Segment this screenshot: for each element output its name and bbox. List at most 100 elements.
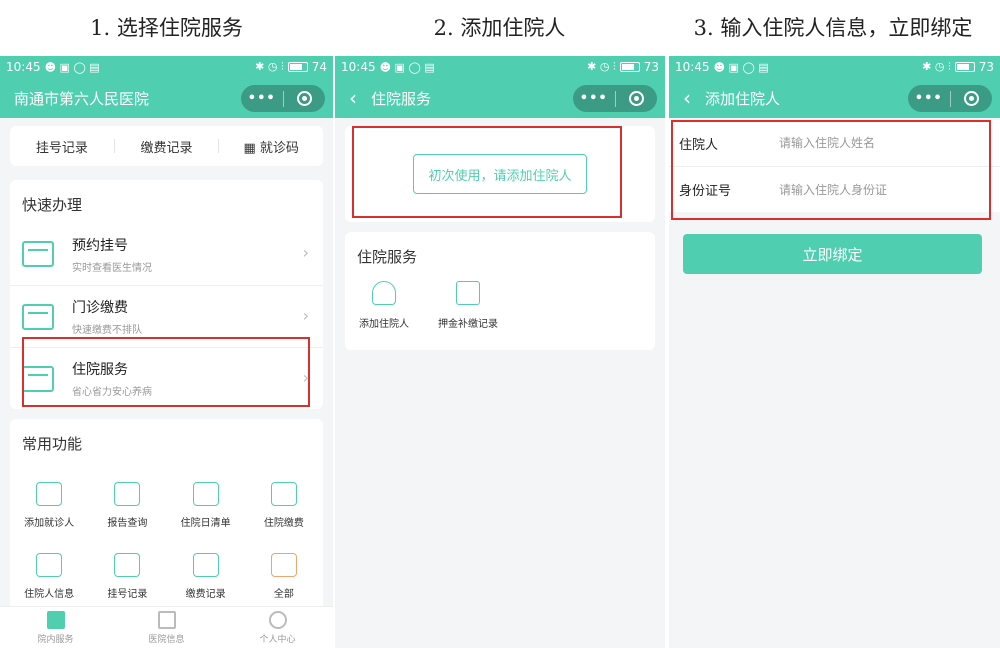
- func-inpatient-pay[interactable]: 住院缴费: [245, 470, 323, 541]
- bed-icon: [36, 553, 63, 577]
- register-record-link[interactable]: 挂号记录: [10, 137, 114, 156]
- func-label: 全部: [273, 589, 294, 600]
- service-card: 住院服务 添加住院人 押金补缴记录: [345, 232, 655, 350]
- form-row-id: 身份证号: [669, 166, 1000, 212]
- section-title-service: 住院服务: [357, 248, 418, 266]
- records-bar: 挂号记录 缴费记录 ▦ 就诊码: [10, 126, 323, 166]
- chevron-right-icon: ›: [302, 306, 309, 325]
- visit-code-link[interactable]: ▦ 就诊码: [219, 137, 323, 156]
- more-dots-icon[interactable]: •••: [908, 91, 950, 106]
- quick-item-title: 预约挂号: [72, 237, 128, 254]
- form-row-name: 住院人: [669, 120, 1000, 166]
- more-dots-icon[interactable]: •••: [573, 91, 615, 106]
- quick-item-inpatient-service[interactable]: 住院服务 省心省力安心养病 ›: [10, 347, 323, 409]
- func-add-patient[interactable]: 添加就诊人: [10, 470, 88, 541]
- battery-level: 74: [311, 60, 327, 74]
- grid-icon: [270, 553, 297, 577]
- func-inpatient-info[interactable]: 住院人信息: [10, 541, 88, 612]
- tab-hospital-services[interactable]: 院内服务: [0, 607, 111, 648]
- quick-item-outpatient-pay[interactable]: 门诊缴费 快速缴费不排队 ›: [10, 285, 323, 347]
- medical-box-icon: [22, 303, 54, 330]
- inpatient-form: 住院人 身份证号: [669, 120, 1000, 212]
- page-title: 南通市第六人民医院: [14, 89, 150, 108]
- bind-now-button[interactable]: 立即绑定: [683, 234, 982, 274]
- tab-hospital-info[interactable]: 医院信息: [111, 607, 222, 648]
- record-circle-icon[interactable]: [951, 91, 993, 106]
- tab-label: 院内服务: [37, 634, 74, 645]
- record-circle-icon[interactable]: [616, 91, 658, 106]
- quick-item-title: 门诊缴费: [72, 300, 128, 316]
- func-all[interactable]: 全部: [245, 541, 323, 612]
- qr-code-icon: ▦: [243, 140, 260, 156]
- service-label: 押金补缴记录: [438, 319, 498, 330]
- add-inpatient-button[interactable]: 初次使用，请添加住院人: [413, 154, 587, 194]
- service-add-inpatient[interactable]: 添加住院人: [349, 281, 419, 330]
- quick-item-title: 住院服务: [72, 362, 128, 378]
- func-label: 挂号记录: [107, 589, 148, 600]
- nav-bar: ‹ 住院服务 •••: [335, 78, 665, 118]
- signal-icons: ✱ ◷ ⫶: [255, 60, 284, 73]
- status-bar: 10:45 ☻ ▣ ◯ ▤ ✱ ◷ ⫶ 74: [0, 56, 333, 78]
- quick-item-subtitle: 快速缴费不排队: [72, 325, 142, 336]
- tab-personal-center[interactable]: 个人中心: [222, 607, 333, 648]
- battery-level: 73: [643, 60, 659, 74]
- mini-program-capsule: •••: [573, 85, 657, 112]
- func-label: 添加就诊人: [24, 518, 75, 529]
- func-label: 缴费记录: [185, 589, 226, 600]
- func-payment-record[interactable]: 缴费记录: [167, 541, 245, 612]
- field-label: 住院人: [679, 137, 719, 153]
- nav-bar: 南通市第六人民医院 •••: [0, 78, 333, 118]
- quick-item-appointment[interactable]: 预约挂号 实时查看医生情况 ›: [10, 223, 323, 285]
- phone-screen-add-inpatient: 10:45 ☻ ▣ ◯ ▤ ✱ ◷ ⫶ 73 ‹ 添加住院人 ••• 住院人 身…: [669, 56, 1000, 648]
- mini-program-capsule: •••: [241, 85, 325, 112]
- add-person-icon: [372, 281, 396, 305]
- back-arrow-icon[interactable]: ‹: [683, 88, 691, 108]
- battery-icon: [954, 62, 975, 72]
- inpatient-id-input[interactable]: [779, 182, 969, 197]
- caption-step-2: 2. 添加住院人: [433, 16, 566, 40]
- func-register-record[interactable]: 挂号记录: [88, 541, 166, 612]
- caption-step-1: 1. 选择住院服务: [90, 16, 243, 40]
- more-dots-icon[interactable]: •••: [241, 91, 283, 106]
- notification-icons: ☻ ▣ ◯ ▤: [713, 60, 769, 74]
- signal-icons: ✱ ◷ ⫶: [922, 60, 951, 73]
- signal-icons: ✱ ◷ ⫶: [587, 60, 616, 73]
- battery-icon: [619, 62, 640, 72]
- mini-program-capsule: •••: [908, 85, 992, 112]
- quick-item-subtitle: 省心省力安心养病: [72, 387, 152, 398]
- page-title: 添加住院人: [705, 89, 781, 108]
- house-heart-icon: [22, 365, 54, 392]
- service-deposit-record[interactable]: 押金补缴记录: [433, 281, 503, 330]
- record-circle-icon[interactable]: [284, 91, 326, 106]
- deposit-doc-icon: [456, 281, 480, 305]
- func-label: 住院人信息: [24, 589, 75, 600]
- status-time: 10:45: [341, 60, 376, 74]
- quick-section: 快速办理 预约挂号 实时查看医生情况 › 门诊缴费 快速缴费不排队 › 住院服务…: [10, 180, 323, 409]
- phone-screen-home: 10:45 ☻ ▣ ◯ ▤ ✱ ◷ ⫶ 74 南通市第六人民医院 ••• 挂号记…: [0, 56, 333, 648]
- section-title-quick: 快速办理: [22, 196, 83, 214]
- func-report-query[interactable]: 报告查询: [88, 470, 166, 541]
- func-daily-list[interactable]: 住院日清单: [167, 470, 245, 541]
- visit-code-label: 就诊码: [259, 140, 299, 156]
- payment-record-link[interactable]: 缴费记录: [115, 137, 219, 156]
- calendar-icon: [114, 553, 141, 577]
- building-icon: [157, 610, 176, 629]
- chevron-right-icon: ›: [302, 243, 309, 262]
- house-pay-icon: [270, 482, 297, 506]
- chevron-right-icon: ›: [302, 368, 309, 387]
- notification-icons: ☻ ▣ ◯ ▤: [379, 60, 435, 74]
- section-title-common: 常用功能: [22, 435, 83, 453]
- hospital-door-icon: [46, 610, 65, 629]
- page-title: 住院服务: [371, 89, 432, 108]
- service-label: 添加住院人: [359, 319, 409, 330]
- field-label: 身份证号: [679, 184, 732, 199]
- folder-icon: [192, 553, 219, 577]
- caption-step-3: 3. 输入住院人信息，立即绑定: [693, 16, 973, 40]
- quick-item-subtitle: 实时查看医生情况: [72, 262, 152, 274]
- inpatient-name-input[interactable]: [779, 136, 969, 150]
- calendar-icon: [22, 241, 54, 267]
- notification-icons: ☻ ▣ ◯ ▤: [44, 60, 100, 74]
- report-icon: [114, 482, 141, 506]
- battery-icon: [287, 62, 308, 72]
- back-arrow-icon[interactable]: ‹: [349, 88, 357, 108]
